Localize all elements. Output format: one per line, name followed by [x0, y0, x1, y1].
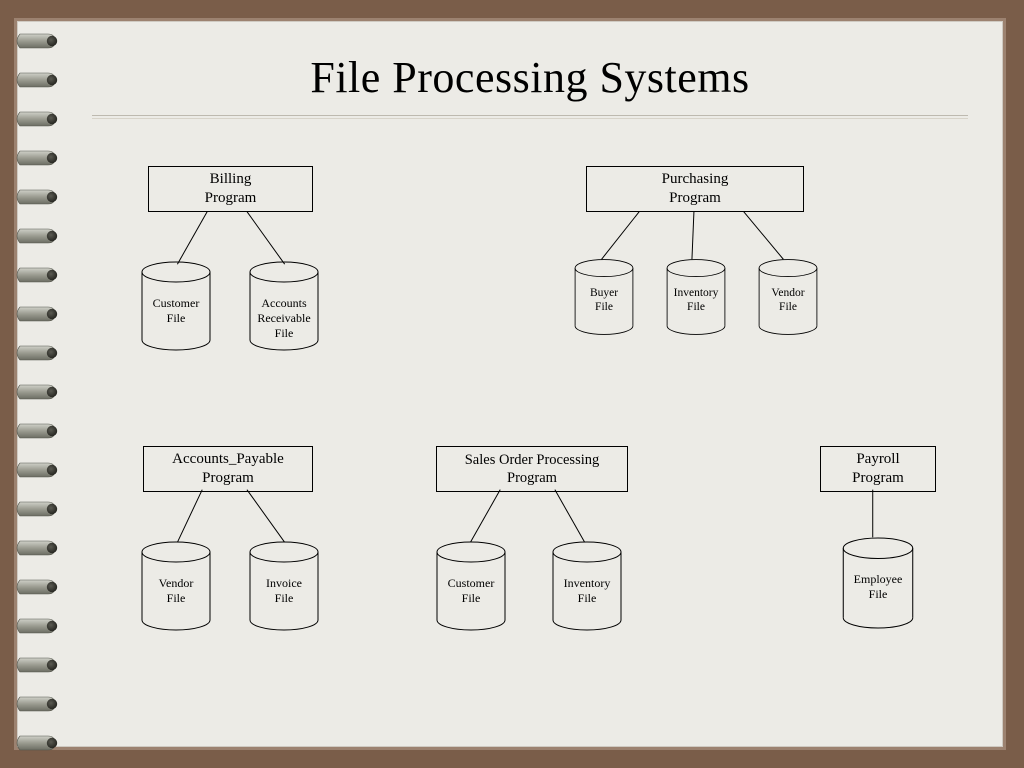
cyl-label: Buyer File — [576, 286, 632, 315]
ring-icon — [14, 654, 60, 676]
inner-frame: File Processing Systems — [14, 18, 1006, 750]
group-sales-order: Sales Order Processing Program — [436, 446, 628, 492]
cylinders-payroll: Employee File — [836, 536, 920, 630]
outer-frame: File Processing Systems — [0, 0, 1024, 768]
diagram-area: Billing Program Customer File Accounts R… — [88, 152, 982, 728]
ring-icon — [14, 381, 60, 403]
cylinder-buyer-file: Buyer File — [570, 256, 638, 338]
ring-icon — [14, 693, 60, 715]
cyl-label: Inventory File — [553, 576, 621, 606]
group-accounts-payable: Accounts_Payable Program — [143, 446, 313, 492]
cyl-label: Customer File — [437, 576, 505, 606]
ring-icon — [14, 615, 60, 637]
ring-icon — [14, 303, 60, 325]
slide-title: File Processing Systems — [88, 52, 972, 103]
cylinder-employee-file: Employee File — [836, 536, 920, 630]
program-box-payroll: Payroll Program — [820, 446, 936, 492]
connectors-layer — [88, 152, 982, 728]
cyl-label: Vendor File — [142, 576, 210, 606]
cyl-label: Employee File — [842, 572, 914, 602]
ring-icon — [14, 108, 60, 130]
spiral-binding — [14, 30, 60, 738]
cylinder-invoice-file: Invoice File — [244, 540, 324, 632]
cyl-label: Vendor File — [760, 286, 816, 315]
cylinders-sales-order: Customer File Inventory File — [431, 540, 627, 632]
ring-icon — [14, 69, 60, 91]
title-area: File Processing Systems — [88, 52, 972, 119]
cylinder-inventory-file-2: Inventory File — [547, 540, 627, 632]
program-box-purchasing: Purchasing Program — [586, 166, 804, 212]
cylinder-customer-file: Customer File — [136, 260, 216, 352]
cylinders-purchasing: Buyer File Inventory File Vendor File — [570, 256, 822, 338]
cyl-label: Accounts Receivable File — [250, 296, 318, 341]
group-purchasing: Purchasing Program — [586, 166, 804, 212]
ring-icon — [14, 420, 60, 442]
ring-icon — [14, 498, 60, 520]
group-billing: Billing Program — [148, 166, 313, 212]
ring-icon — [14, 537, 60, 559]
program-box-accounts-payable: Accounts_Payable Program — [143, 446, 313, 492]
cylinders-billing: Customer File Accounts Receivable File — [136, 260, 324, 352]
ring-icon — [14, 30, 60, 52]
group-payroll: Payroll Program — [820, 446, 936, 492]
program-box-billing: Billing Program — [148, 166, 313, 212]
cyl-label: Customer File — [142, 296, 210, 326]
ring-icon — [14, 186, 60, 208]
cyl-label: Invoice File — [250, 576, 318, 606]
ring-icon — [14, 576, 60, 598]
cylinder-customer-file-2: Customer File — [431, 540, 511, 632]
cyl-label: Inventory File — [668, 286, 724, 315]
program-box-sales-order: Sales Order Processing Program — [436, 446, 628, 492]
title-divider-shadow — [92, 118, 968, 119]
cylinders-accounts-payable: Vendor File Invoice File — [136, 540, 324, 632]
ring-icon — [14, 342, 60, 364]
cylinder-accounts-receivable-file: Accounts Receivable File — [244, 260, 324, 352]
ring-icon — [14, 732, 60, 754]
ring-icon — [14, 225, 60, 247]
cylinder-inventory-file: Inventory File — [662, 256, 730, 338]
ring-icon — [14, 264, 60, 286]
cylinder-vendor-file-2: Vendor File — [136, 540, 216, 632]
cylinder-vendor-file: Vendor File — [754, 256, 822, 338]
ring-icon — [14, 147, 60, 169]
slide: File Processing Systems — [18, 22, 1002, 746]
ring-icon — [14, 459, 60, 481]
title-divider — [92, 115, 968, 116]
